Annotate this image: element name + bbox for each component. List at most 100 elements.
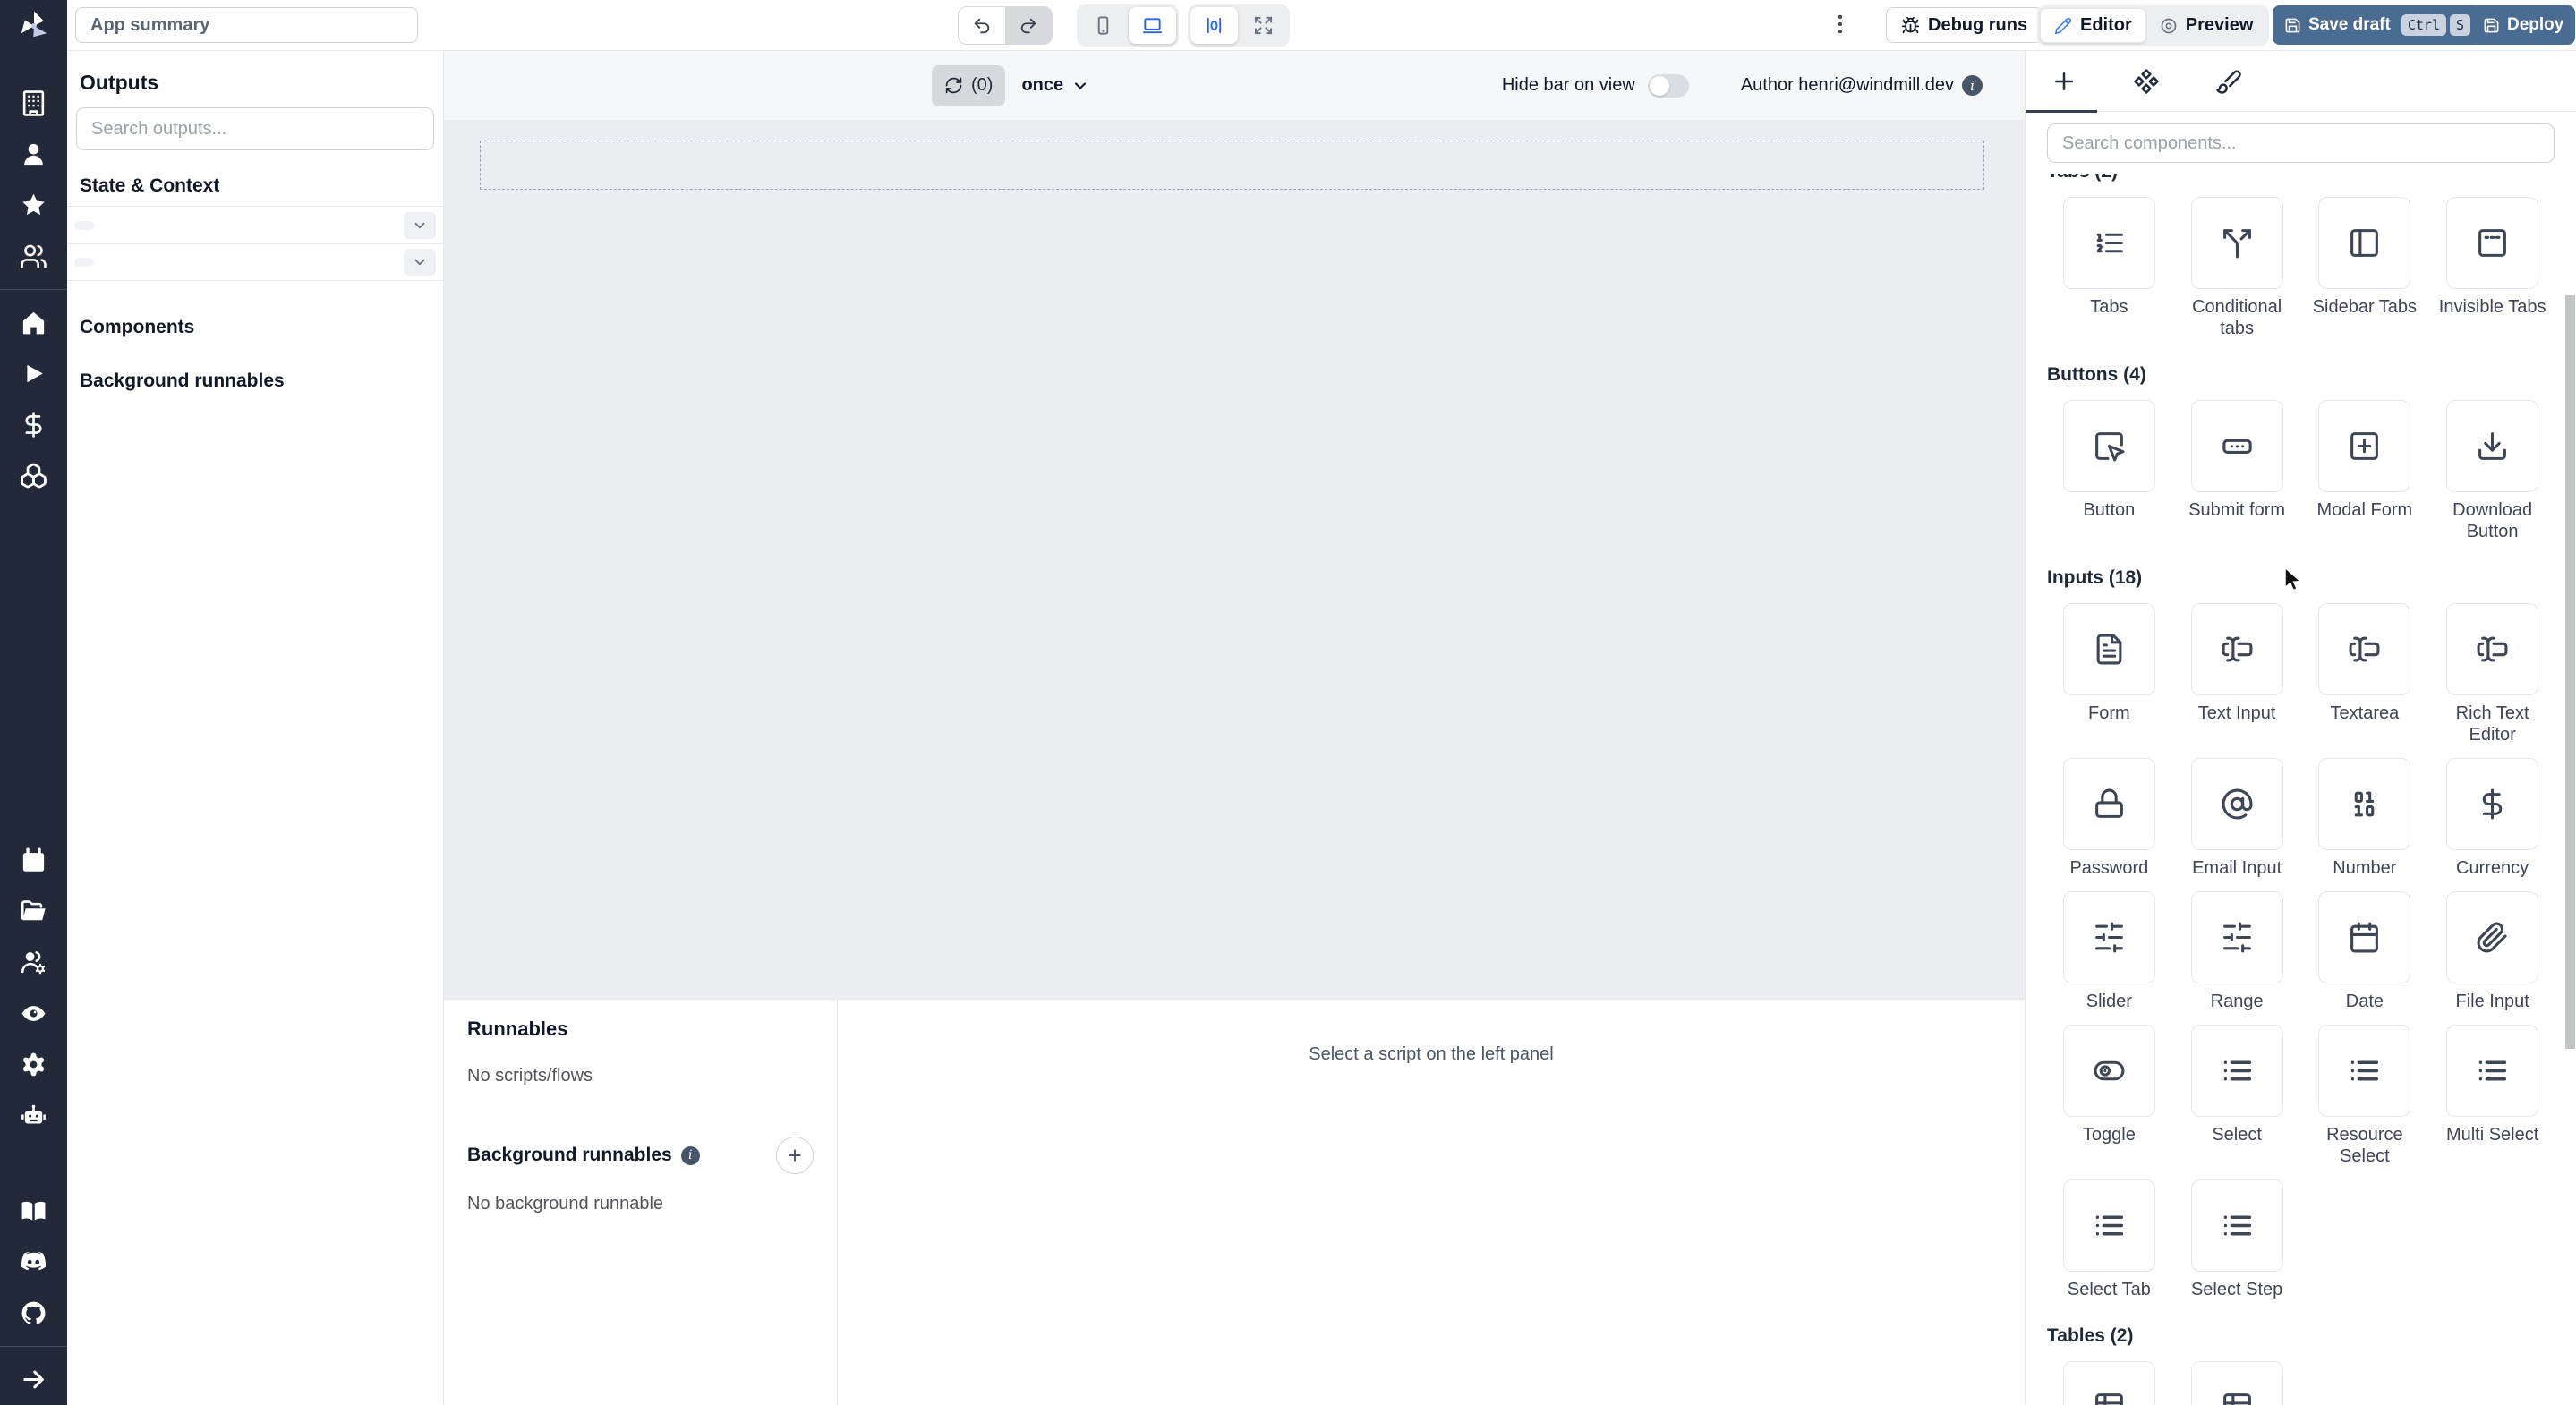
- book-open-icon: [20, 1197, 47, 1225]
- rail-item-play[interactable]: [0, 348, 67, 399]
- hide-bar-toggle[interactable]: [1647, 73, 1689, 98]
- component-card-resource-select[interactable]: Resource Select: [2301, 1025, 2429, 1167]
- component-card-email-input[interactable]: Email Input: [2173, 758, 2301, 879]
- component-card-text-input[interactable]: Text Input: [2173, 603, 2301, 745]
- canvas-body[interactable]: [444, 121, 2025, 999]
- component-card-download-button[interactable]: Download Button: [2428, 400, 2556, 542]
- component-card-conditional-tabs[interactable]: Conditional tabs: [2173, 197, 2301, 339]
- no-background-label: No background runnable: [467, 1194, 664, 1213]
- rail-item-settings[interactable]: [0, 1039, 67, 1090]
- rail-item-users[interactable]: [0, 231, 67, 282]
- component-card-rich-text-editor[interactable]: Rich Text Editor: [2428, 603, 2556, 745]
- deploy-button[interactable]: Deploy: [2471, 5, 2576, 45]
- component-card-tabs[interactable]: Tabs: [2045, 197, 2173, 339]
- component-card-currency[interactable]: Currency: [2428, 758, 2556, 879]
- rail-item-discord[interactable]: [0, 1237, 67, 1288]
- rail-item-calendar[interactable]: [0, 835, 67, 886]
- section-title: Tabs (2): [2047, 174, 2556, 183]
- tab-theme[interactable]: [2213, 66, 2244, 97]
- more-menu-button[interactable]: [1828, 12, 1853, 41]
- component-grid: Form Text Input Textarea Rich Text Editor Pa…: [2045, 603, 2556, 1300]
- scrollbar-thumb[interactable]: [2565, 295, 2575, 1049]
- rail-item-folder-open[interactable]: [0, 886, 67, 937]
- rail-item-user[interactable]: [0, 129, 67, 180]
- mobile-view-button[interactable]: [1079, 7, 1127, 44]
- add-background-runnable-button[interactable]: [776, 1137, 814, 1174]
- search-components-input[interactable]: [2047, 123, 2555, 163]
- component-card-number[interactable]: Number: [2301, 758, 2429, 879]
- info-icon[interactable]: i: [680, 1145, 700, 1165]
- app-summary-input[interactable]: [75, 7, 418, 43]
- component-card-textarea[interactable]: Textarea: [2301, 603, 2429, 745]
- tab-insert-component[interactable]: [2026, 66, 2097, 113]
- rail-item-github[interactable]: [0, 1288, 67, 1339]
- rail-item-bot[interactable]: [0, 1090, 67, 1141]
- component-card-button[interactable]: Button: [2045, 400, 2173, 542]
- discord-icon: [20, 1248, 47, 1276]
- calendar-icon: [20, 847, 47, 874]
- square-plus-icon: [2348, 430, 2381, 463]
- rail-item-eye[interactable]: [0, 988, 67, 1039]
- save-draft-button[interactable]: Save draft Ctrl S: [2273, 5, 2483, 45]
- desktop-view-button[interactable]: [1129, 7, 1176, 44]
- component-card-table[interactable]: [2173, 1361, 2301, 1405]
- component-label: Modal Form: [2316, 500, 2413, 520]
- center-align-button[interactable]: [1190, 7, 1238, 44]
- chevron-down-icon: [414, 222, 425, 228]
- component-card-range[interactable]: Range: [2173, 891, 2301, 1012]
- runnables-panel: Runnables No scripts/flows Background ru…: [444, 999, 2025, 1405]
- component-card-invisible-tabs[interactable]: Invisible Tabs: [2428, 197, 2556, 339]
- component-card-select[interactable]: Select: [2173, 1025, 2301, 1167]
- rail-item-building[interactable]: [0, 78, 67, 129]
- component-card-sidebar-tabs[interactable]: Sidebar Tabs: [2301, 197, 2429, 339]
- center-align-icon: [1207, 17, 1222, 34]
- info-icon[interactable]: i: [1962, 75, 1983, 96]
- component-card-modal-form[interactable]: Modal Form: [2301, 400, 2429, 542]
- kbd-ctrl: Ctrl: [2401, 14, 2446, 36]
- runnables-list-column: Runnables No scripts/flows Background ru…: [444, 1000, 838, 1405]
- rail-item-users-cog[interactable]: [0, 937, 67, 988]
- run-mode-select[interactable]: once: [1021, 75, 1089, 96]
- component-card-multi-select[interactable]: Multi Select: [2428, 1025, 2556, 1167]
- rail-item-dollar[interactable]: [0, 399, 67, 450]
- undo-button[interactable]: [959, 7, 1005, 44]
- component-card-submit-form[interactable]: Submit form: [2173, 400, 2301, 542]
- component-card-select-tab[interactable]: Select Tab: [2045, 1179, 2173, 1300]
- component-card-password[interactable]: Password: [2045, 758, 2173, 879]
- rail-item-home[interactable]: [0, 297, 67, 348]
- expand-row-button[interactable]: [404, 249, 436, 276]
- state-row-ctx[interactable]: [67, 206, 443, 243]
- debug-runs-label: Debug runs: [1928, 14, 2028, 35]
- tab-components-tree[interactable]: [2131, 66, 2162, 97]
- component-card-form[interactable]: Form: [2045, 603, 2173, 745]
- fullscreen-button[interactable]: [1240, 7, 1287, 44]
- empty-component-dropzone[interactable]: [480, 140, 1984, 190]
- component-card-toggle[interactable]: Toggle: [2045, 1025, 2173, 1167]
- refresh-button[interactable]: (0): [932, 64, 1006, 106]
- redo-button[interactable]: [1005, 7, 1052, 44]
- canvas-toolbar: (0) once Hide bar on view Author henri@w…: [444, 51, 2025, 121]
- component-label: Slider: [2086, 992, 2132, 1011]
- file-text-icon: [2093, 633, 2126, 666]
- tab-editor[interactable]: Editor: [2040, 8, 2146, 43]
- component-card-table[interactable]: [2045, 1361, 2173, 1405]
- component-card-select-step[interactable]: Select Step: [2173, 1179, 2301, 1300]
- component-card-file-input[interactable]: File Input: [2428, 891, 2556, 1012]
- preview-label: Preview: [2185, 15, 2254, 35]
- expand-row-button[interactable]: [404, 211, 436, 239]
- search-outputs-input[interactable]: [76, 107, 434, 150]
- windmill-logo[interactable]: [0, 0, 67, 51]
- rail-item-book-open[interactable]: [0, 1186, 67, 1237]
- debug-runs-button[interactable]: Debug runs: [1886, 7, 2043, 43]
- script-hint: Select a script on the left panel: [1309, 1044, 1554, 1064]
- rail-item-star[interactable]: [0, 180, 67, 231]
- rail-item-arrow-right[interactable]: [0, 1354, 67, 1405]
- rail-item-boxes[interactable]: [0, 450, 67, 501]
- tab-preview[interactable]: Preview: [2146, 8, 2267, 43]
- state-row-state[interactable]: [67, 243, 443, 281]
- boxes-icon: [20, 462, 47, 490]
- component-card-slider[interactable]: Slider: [2045, 891, 2173, 1012]
- component-card-date[interactable]: Date: [2301, 891, 2429, 1012]
- dollar-icon: [20, 411, 47, 439]
- dollar-icon: [2476, 788, 2509, 821]
